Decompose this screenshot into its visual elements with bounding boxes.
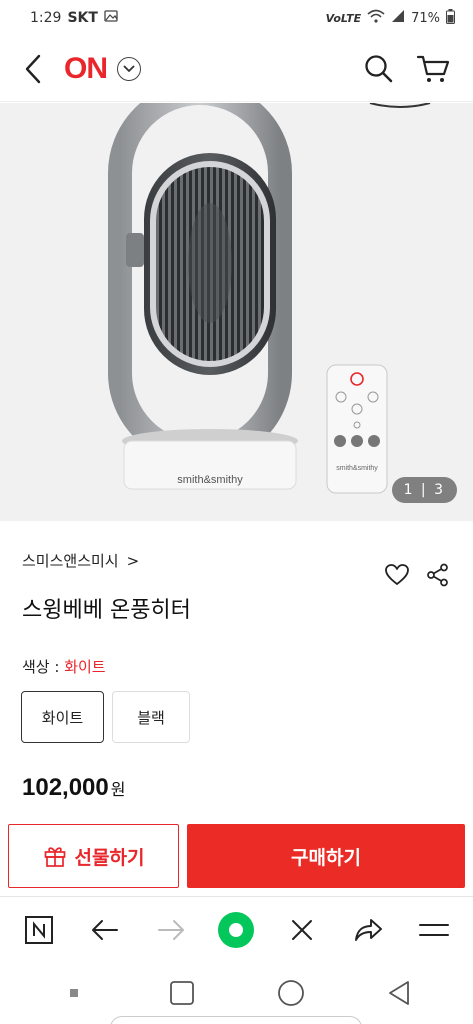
share-page-button[interactable]: [346, 908, 390, 952]
price-value: 102,000: [22, 774, 109, 801]
search-button[interactable]: [361, 51, 397, 87]
battery-icon: [446, 8, 455, 28]
share-button[interactable]: [423, 560, 453, 590]
browser-toolbar: [0, 896, 473, 962]
system-navigation-bar: [0, 962, 473, 1024]
hamburger-menu-icon: [418, 923, 449, 936]
brand-link[interactable]: 스미스앤스미시 >: [22, 550, 139, 571]
color-option-white[interactable]: 화이트: [21, 691, 104, 743]
arrow-right-icon: [157, 919, 184, 940]
chevron-right-icon: >: [126, 551, 140, 570]
signal-icon: [391, 9, 405, 27]
gift-button[interactable]: 선물하기: [8, 824, 179, 888]
chevron-down-icon: [123, 65, 135, 72]
close-button[interactable]: [280, 908, 324, 952]
app-header: ON: [0, 36, 473, 102]
home-button[interactable]: [266, 968, 316, 1018]
buy-button-label: 구매하기: [291, 846, 361, 869]
browser-back-button[interactable]: [83, 908, 127, 952]
search-icon: [365, 54, 393, 82]
product-image-carousel[interactable]: smith&smithy smith&smithy 1 | 3: [0, 103, 473, 521]
cart-icon: [416, 55, 450, 82]
color-option-black[interactable]: 블랙: [112, 691, 190, 743]
gallery-notification-icon: [104, 10, 118, 26]
square-dot-icon: [70, 989, 79, 997]
battery-percent: 71%: [411, 10, 440, 26]
system-back-button[interactable]: [374, 968, 424, 1018]
status-bar: 1:29 SKT VoLTE 71%: [0, 0, 473, 36]
cart-button[interactable]: [415, 51, 451, 87]
status-carrier: SKT: [67, 10, 98, 26]
color-option-label: 색상 : 화이트: [22, 656, 106, 677]
browser-forward-button[interactable]: [149, 908, 193, 952]
wifi-icon: [367, 9, 385, 27]
heater-product-photo: smith&smithy smith&smithy: [0, 103, 473, 521]
nav-dot-button[interactable]: [49, 968, 99, 1018]
back-button[interactable]: [6, 36, 60, 102]
gift-button-label: 선물하기: [74, 846, 145, 869]
service-menu-dropdown[interactable]: [117, 56, 141, 81]
price-unit: 원: [110, 780, 126, 799]
product-title: 스윙베베 온풍히터: [22, 598, 191, 623]
selected-color: 화이트: [64, 658, 106, 676]
recent-apps-icon: [170, 981, 195, 1005]
home-circle-icon: [277, 980, 304, 1006]
status-time: 1:29: [30, 10, 62, 26]
volte-indicator: VoLTE: [325, 11, 362, 25]
gesture-handle: [110, 1016, 362, 1024]
brand-name: 스미스앤스미시: [22, 552, 119, 570]
color-label-text: 색상 :: [22, 658, 65, 676]
naver-home-button[interactable]: [17, 908, 61, 952]
gift-icon: [44, 847, 65, 867]
on-logo[interactable]: ON: [64, 52, 108, 86]
triangle-back-icon: [388, 981, 409, 1005]
image-counter: 1 | 3: [391, 477, 457, 503]
close-icon: [292, 919, 313, 940]
naver-n-icon: [24, 915, 53, 944]
buy-button[interactable]: 구매하기: [187, 824, 465, 888]
price: 102,000 원: [22, 774, 126, 802]
recent-apps-button[interactable]: [157, 968, 207, 1018]
share-icon: [427, 563, 448, 587]
heart-icon: [385, 564, 409, 585]
forward-share-icon: [355, 918, 383, 941]
menu-button[interactable]: [412, 908, 456, 952]
wishlist-button[interactable]: [382, 560, 412, 590]
device-brand-label: smith&smithy: [177, 474, 243, 486]
arrow-left-icon: [91, 919, 118, 940]
chevron-left-icon: [25, 54, 41, 83]
green-dot-button[interactable]: [214, 908, 258, 952]
remote-brand-label: smith&smithy: [336, 465, 378, 472]
green-dot-icon: [218, 911, 255, 948]
